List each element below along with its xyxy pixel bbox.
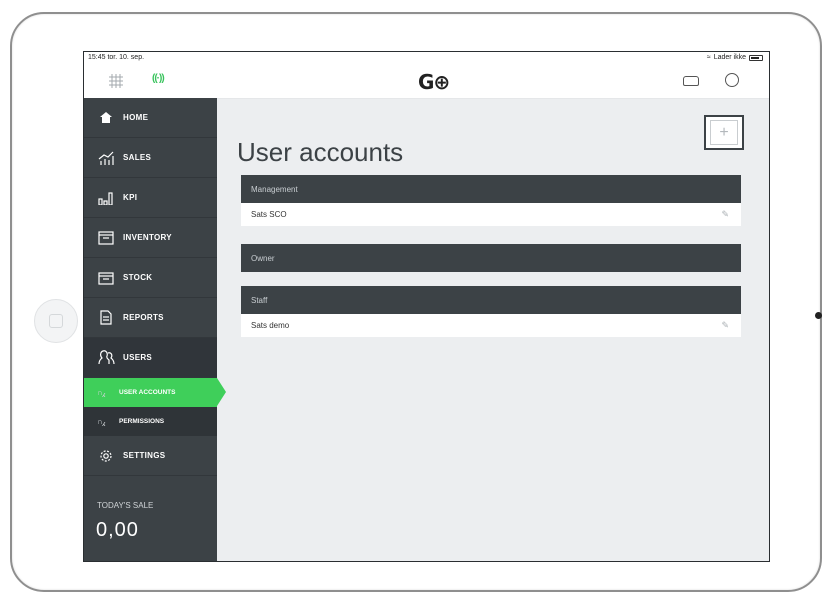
signal-icon[interactable]: ((·))	[152, 73, 165, 84]
sidebar-subitem-user-accounts[interactable]: ∩⁁ USER ACCOUNTS	[84, 378, 226, 407]
page-title: User accounts	[237, 137, 404, 168]
plus-icon: +	[710, 120, 738, 145]
add-user-button[interactable]: +	[704, 115, 744, 150]
sidebar-item-stock[interactable]: STOCK	[84, 258, 217, 298]
users-icon	[97, 350, 115, 365]
battery-text: Lader ikke	[713, 54, 746, 61]
sidebar-item-label: SETTINGS	[123, 451, 166, 460]
status-right: ≈ Lader ikke	[707, 54, 763, 61]
grid-icon[interactable]	[108, 74, 124, 88]
today-sale-label: TODAY'S SALE	[97, 501, 154, 510]
user-name: Sats demo	[251, 321, 290, 330]
reports-document-icon	[97, 310, 115, 325]
edit-pencil-icon[interactable]: ✎	[721, 320, 729, 331]
user-row[interactable]: Sats SCO ✎	[241, 203, 741, 226]
home-icon	[97, 111, 115, 125]
user-row[interactable]: Sats demo ✎	[241, 314, 741, 337]
group-header-management: Management	[241, 175, 741, 203]
sidebar-item-home[interactable]: HOME	[84, 98, 217, 138]
group-name: Staff	[251, 295, 268, 305]
sidebar-item-label: HOME	[123, 113, 149, 122]
sidebar-item-sales[interactable]: SALES	[84, 138, 217, 178]
sidebar-item-label: REPORTS	[123, 313, 164, 322]
home-hardware-button[interactable]	[34, 299, 78, 343]
wifi-icon: ≈	[706, 54, 711, 61]
stock-box-icon	[97, 271, 115, 285]
app-screen: 15:45 tor. 10. sep. ≈ Lader ikke ((·)) G…	[83, 51, 770, 562]
group-header-owner: Owner	[241, 244, 741, 272]
group-name: Owner	[251, 253, 275, 263]
user-profile-icon[interactable]	[725, 73, 739, 87]
sidebar-subitem-permissions[interactable]: ∩⁁ PERMISSIONS	[84, 407, 217, 436]
sidebar-item-label: STOCK	[123, 273, 153, 282]
edit-pencil-icon[interactable]: ✎	[721, 209, 729, 220]
permissions-icon: ∩⁁	[97, 417, 105, 426]
group-name: Management	[251, 184, 298, 194]
sidebar-item-settings[interactable]: SETTINGS	[84, 436, 217, 476]
group-header-staff: Staff	[241, 286, 741, 314]
kpi-bars-icon	[97, 191, 115, 205]
main-content: User accounts + Management Sats SCO ✎ Ow…	[217, 98, 769, 561]
sales-chart-icon	[97, 151, 115, 165]
today-sale-panel: TODAY'S SALE 0,00	[84, 475, 217, 561]
status-time-date: 15:45 tor. 10. sep.	[88, 54, 145, 61]
user-name: Sats SCO	[251, 210, 287, 219]
app-logo: G⊕	[418, 70, 450, 94]
sidebar-item-kpi[interactable]: KPI	[84, 178, 217, 218]
sidebar-item-label: KPI	[123, 193, 138, 202]
sidebar-item-label: SALES	[123, 153, 152, 162]
sidebar: HOME SALES KPI INVENTORY STOCK REPORTS U…	[84, 98, 226, 561]
battery-icon	[749, 54, 763, 61]
inventory-box-icon	[97, 230, 115, 245]
sidebar-item-label: INVENTORY	[123, 233, 172, 242]
settings-gear-icon	[97, 449, 115, 463]
sidebar-item-users[interactable]: USERS	[84, 338, 217, 378]
camera-dot	[815, 312, 822, 319]
sidebar-subitem-label: PERMISSIONS	[119, 418, 165, 425]
user-accounts-icon: ∩⁁	[97, 388, 105, 397]
today-sale-value: 0,00	[96, 519, 139, 541]
sidebar-item-reports[interactable]: REPORTS	[84, 298, 217, 338]
status-bar: 15:45 tor. 10. sep. ≈ Lader ikke	[84, 52, 769, 64]
top-bar: ((·)) G⊕	[84, 64, 769, 99]
sidebar-subitem-label: USER ACCOUNTS	[119, 389, 176, 396]
sidebar-item-inventory[interactable]: INVENTORY	[84, 218, 217, 258]
sidebar-item-label: USERS	[123, 353, 153, 362]
printer-icon[interactable]	[683, 76, 699, 86]
